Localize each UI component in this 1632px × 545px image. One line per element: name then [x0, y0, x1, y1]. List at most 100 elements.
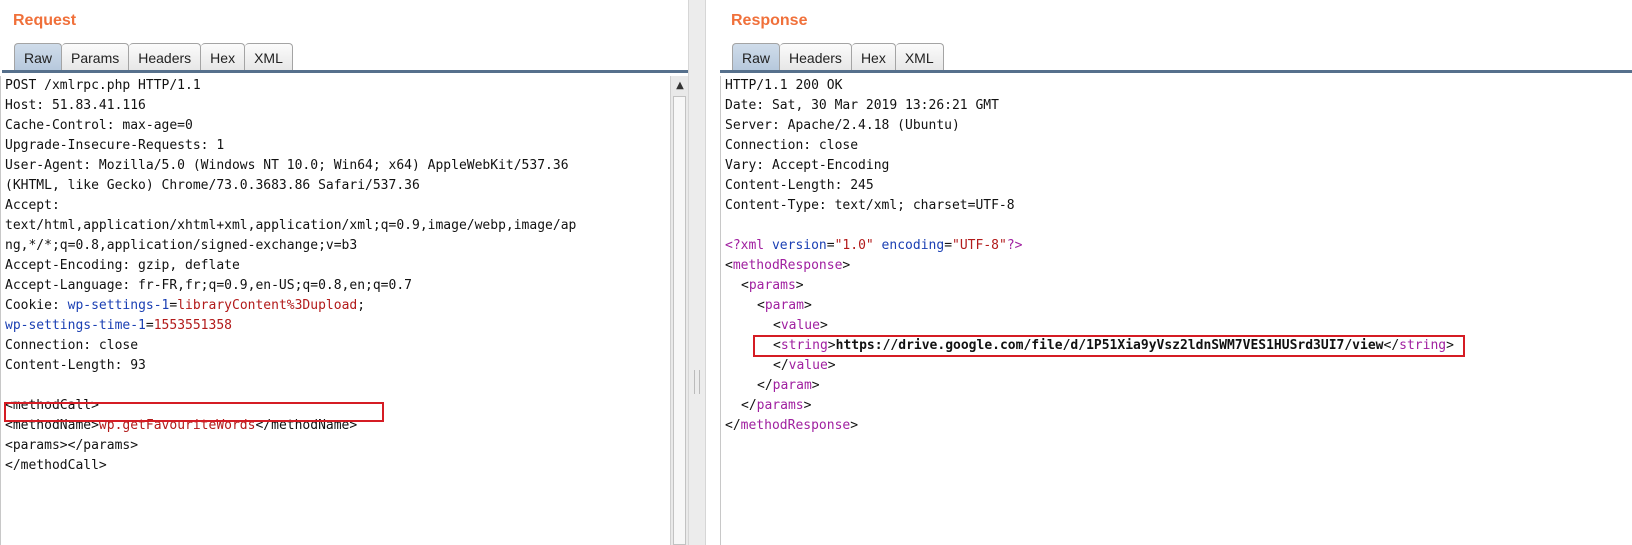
- splitter-grip-icon[interactable]: [694, 370, 700, 394]
- xml-decl-close: ?>: [1006, 238, 1023, 253]
- xml-tag: value: [788, 358, 828, 373]
- pane-splitter[interactable]: [688, 0, 706, 545]
- tab-raw[interactable]: Raw: [14, 43, 63, 71]
- request-tab-underline: [2, 70, 688, 73]
- xml-string-line: <string>https://drive.google.com/file/d/…: [721, 336, 1632, 356]
- xml-declaration: <?xml version="1.0" encoding="UTF-8"?>: [721, 236, 1632, 256]
- xml-gt: >: [842, 258, 851, 273]
- xml-tag: params: [748, 278, 796, 293]
- xml-tag: string: [780, 338, 828, 353]
- request-editor[interactable]: POST /xmlrpc.php HTTP/1.1 Host: 51.83.41…: [0, 76, 670, 545]
- request-line: Content-Length: 93: [5, 358, 146, 373]
- xml-tag: string: [1399, 338, 1447, 353]
- xml-gt: >: [811, 378, 820, 393]
- request-line: Accept-Language: fr-FR,fr;q=0.9,en-US;q=…: [5, 278, 412, 293]
- xml-line: <methodResponse>: [721, 256, 1632, 276]
- request-scrollbar[interactable]: ▲: [670, 76, 688, 545]
- xml-lt: <: [773, 318, 781, 333]
- xml-attr: encoding: [873, 238, 945, 253]
- response-line: Vary: Accept-Encoding: [725, 158, 890, 173]
- xml-lt-slash: </: [741, 398, 757, 413]
- response-tab-underline: [720, 70, 1632, 73]
- response-tabs: Raw Headers Hex XML: [732, 43, 944, 71]
- xml-gt: >: [827, 358, 836, 373]
- xml-lt: <: [741, 278, 749, 293]
- xml-eq: =: [826, 238, 835, 253]
- request-line: Connection: close: [5, 338, 139, 353]
- body-line: <methodCall>: [5, 398, 99, 413]
- tab-xml[interactable]: XML: [895, 43, 944, 71]
- method-open-tag: <methodName>: [5, 418, 99, 433]
- xml-lt: <: [773, 338, 781, 353]
- request-line: User-Agent: Mozilla/5.0 (Windows NT 10.0…: [5, 158, 569, 173]
- xml-attr: version: [771, 238, 827, 253]
- scroll-thumb[interactable]: [673, 96, 686, 545]
- xml-gt: >: [850, 418, 859, 433]
- xml-gt: >: [819, 318, 828, 333]
- xml-tag: param: [772, 378, 812, 393]
- response-editor[interactable]: HTTP/1.1 200 OK Date: Sat, 30 Mar 2019 1…: [720, 76, 1632, 545]
- cookie-separator: ;: [357, 298, 366, 313]
- cookie-value: libraryContent%3Dupload: [177, 298, 358, 313]
- xml-tag: params: [756, 398, 804, 413]
- tab-headers[interactable]: Headers: [780, 43, 852, 71]
- cookie-line: wp-settings-time-1=1553551358: [1, 316, 670, 336]
- tab-hex[interactable]: Hex: [201, 43, 246, 71]
- request-title: Request: [13, 12, 77, 29]
- xml-lt-slash: </: [725, 418, 741, 433]
- xml-line: </methodResponse>: [721, 416, 1632, 436]
- method-name-line: <methodName>wp.getFavouriteWords</method…: [1, 416, 670, 436]
- response-line: Content-Type: text/xml; charset=UTF-8: [725, 198, 1015, 213]
- xml-eq: =: [944, 238, 953, 253]
- scroll-up-icon[interactable]: ▲: [671, 76, 689, 94]
- request-line: Accept-Encoding: gzip, deflate: [5, 258, 240, 273]
- tab-raw[interactable]: Raw: [732, 43, 781, 71]
- xml-gt: >: [795, 278, 804, 293]
- cookie-line: Cookie: wp-settings-1=libraryContent%3Du…: [1, 296, 670, 316]
- tab-params[interactable]: Params: [62, 43, 130, 71]
- xml-gt: >: [803, 398, 812, 413]
- xml-decl-open: <?xml: [725, 238, 772, 253]
- request-line: (KHTML, like Gecko) Chrome/73.0.3683.86 …: [5, 178, 420, 193]
- response-line: HTTP/1.1 200 OK: [725, 78, 843, 93]
- xml-lt: <: [757, 298, 765, 313]
- response-line: Connection: close: [725, 138, 859, 153]
- body-line: <params></params>: [5, 438, 139, 453]
- cookie-value: 1553551358: [153, 318, 232, 333]
- xml-lt-slash: </: [757, 378, 773, 393]
- xml-lt: <: [725, 258, 733, 273]
- response-title: Response: [731, 12, 808, 29]
- response-pane: Response Raw Headers Hex XML HTTP/1.1 20…: [706, 0, 1632, 545]
- drive-url-value: https://drive.google.com/file/d/1P51Xia9…: [835, 338, 1384, 353]
- xml-line: <params>: [721, 276, 1632, 296]
- xml-tag: param: [764, 298, 804, 313]
- tab-hex[interactable]: Hex: [851, 43, 896, 71]
- xml-lt-slash: </: [773, 358, 789, 373]
- xml-attr-value: "UTF-8": [952, 238, 1007, 253]
- request-line: ng,*/*;q=0.8,application/signed-exchange…: [5, 238, 358, 253]
- request-tabs: Raw Params Headers Hex XML: [14, 43, 293, 71]
- request-line: Upgrade-Insecure-Requests: 1: [5, 138, 225, 153]
- response-line: Server: Apache/2.4.18 (Ubuntu): [725, 118, 960, 133]
- cookie-eq: =: [145, 318, 154, 333]
- cookie-name: wp-settings-time-1: [5, 318, 146, 333]
- xml-line: <param>: [721, 296, 1632, 316]
- request-pane: Request Raw Params Headers Hex XML POST …: [0, 0, 688, 545]
- xml-gt: >: [827, 338, 836, 353]
- request-line: Cache-Control: max-age=0: [5, 118, 193, 133]
- xml-line: </param>: [721, 376, 1632, 396]
- request-line: text/html,application/xhtml+xml,applicat…: [5, 218, 577, 233]
- method-close-tag: </methodName>: [255, 418, 358, 433]
- tab-xml[interactable]: XML: [245, 43, 293, 71]
- request-line: Accept:: [5, 198, 60, 213]
- tab-headers[interactable]: Headers: [129, 43, 202, 71]
- xml-tag: methodResponse: [740, 418, 851, 433]
- cookie-label: Cookie:: [5, 298, 68, 313]
- xml-line: <value>: [721, 316, 1632, 336]
- cookie-name: wp-settings-1: [67, 298, 170, 313]
- xml-lt-slash: </: [1383, 338, 1400, 353]
- response-line: Content-Length: 245: [725, 178, 874, 193]
- request-line: POST /xmlrpc.php HTTP/1.1: [5, 78, 201, 93]
